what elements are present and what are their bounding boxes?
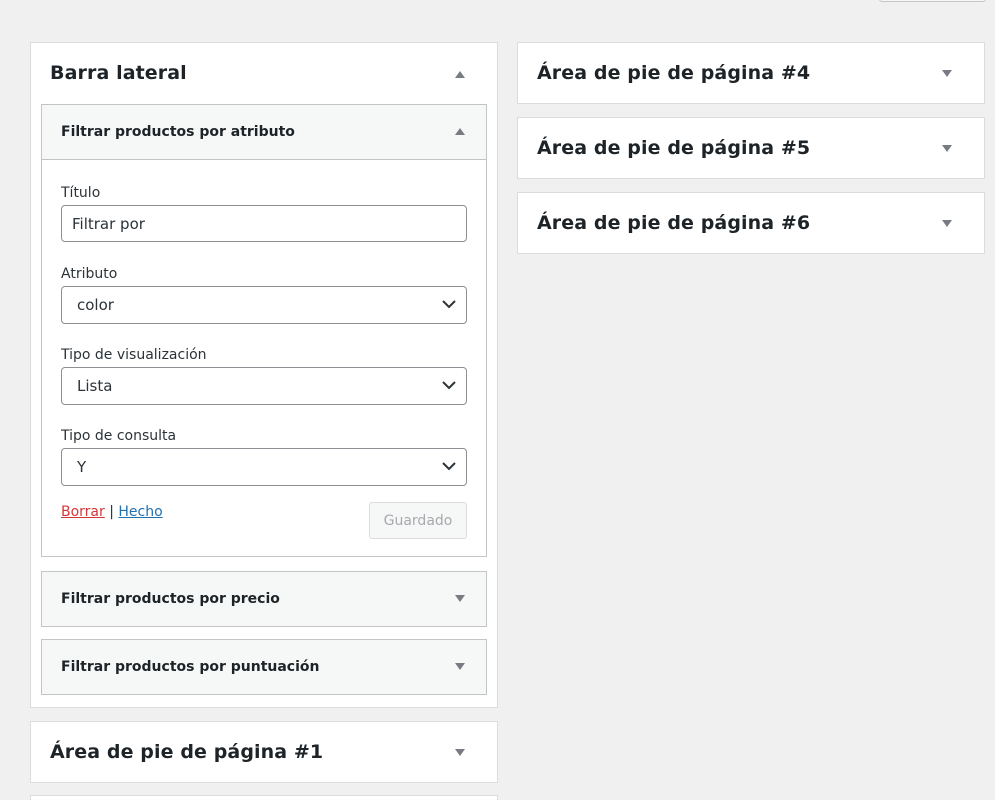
- widget-area-title: Área de pie de página #6: [537, 212, 811, 234]
- widget-title: Filtrar productos por puntuación: [61, 659, 320, 675]
- widget-actions: Borrar | Hecho: [61, 504, 163, 520]
- expand-arrow-icon[interactable]: [455, 663, 465, 670]
- widget-area-header[interactable]: Área de pie de página #6: [518, 193, 984, 253]
- action-separator: |: [109, 504, 114, 520]
- widget-area-footer-5: Área de pie de página #5: [517, 117, 985, 179]
- widget-area-footer-6: Área de pie de página #6: [517, 192, 985, 254]
- chevron-down-icon: [442, 462, 456, 471]
- top-partial-button[interactable]: [879, 0, 986, 2]
- query-type-label: Tipo de consulta: [61, 428, 177, 444]
- title-input[interactable]: [61, 205, 467, 242]
- widget-form: Título Atributo color Tipo de visualizac…: [42, 159, 486, 556]
- expand-arrow-icon[interactable]: [942, 220, 952, 227]
- chevron-down-icon: [442, 300, 456, 309]
- widget-header[interactable]: Filtrar productos por precio: [42, 572, 486, 626]
- widget-filter-by-attribute: Filtrar productos por atributo Título At…: [41, 104, 487, 557]
- title-label: Título: [61, 185, 101, 201]
- delete-link[interactable]: Borrar: [61, 504, 105, 520]
- widget-area-sidebar: Barra lateral Filtrar productos por atri…: [30, 42, 498, 708]
- display-type-select[interactable]: Lista: [61, 367, 467, 405]
- widget-area-footer-4: Área de pie de página #4: [517, 42, 985, 104]
- query-type-select[interactable]: Y: [61, 448, 467, 486]
- saved-button[interactable]: Guardado: [369, 502, 467, 539]
- widget-header[interactable]: Filtrar productos por atributo: [42, 105, 486, 159]
- collapse-arrow-icon[interactable]: [455, 128, 465, 135]
- expand-arrow-icon[interactable]: [455, 749, 465, 756]
- widget-title: Filtrar productos por atributo: [61, 124, 295, 140]
- expand-arrow-icon[interactable]: [942, 145, 952, 152]
- display-type-label: Tipo de visualización: [61, 347, 207, 363]
- widget-area-title: Área de pie de página #4: [537, 62, 811, 84]
- done-link[interactable]: Hecho: [118, 504, 162, 520]
- widget-area-next: [30, 795, 498, 800]
- widget-area-title: Barra lateral: [50, 62, 187, 84]
- widget-header[interactable]: Filtrar productos por puntuación: [42, 640, 486, 694]
- query-type-select-value: Y: [77, 458, 87, 476]
- widget-title: Filtrar productos por precio: [61, 591, 280, 607]
- widget-area-header[interactable]: Área de pie de página #1: [31, 722, 497, 782]
- collapse-arrow-icon[interactable]: [455, 71, 465, 78]
- widget-filter-by-rating: Filtrar productos por puntuación: [41, 639, 487, 695]
- attribute-label: Atributo: [61, 266, 118, 282]
- attribute-select[interactable]: color: [61, 286, 467, 324]
- widget-area-footer-1: Área de pie de página #1: [30, 721, 498, 783]
- display-type-select-value: Lista: [77, 377, 113, 395]
- expand-arrow-icon[interactable]: [455, 595, 465, 602]
- widget-area-header[interactable]: Área de pie de página #4: [518, 43, 984, 103]
- attribute-select-value: color: [77, 296, 114, 314]
- widget-filter-by-price: Filtrar productos por precio: [41, 571, 487, 627]
- widget-area-title: Área de pie de página #5: [537, 137, 811, 159]
- widget-area-title: Área de pie de página #1: [50, 741, 324, 763]
- widget-area-sidebar-header[interactable]: Barra lateral: [31, 43, 497, 103]
- widget-area-header[interactable]: Área de pie de página #5: [518, 118, 984, 178]
- expand-arrow-icon[interactable]: [942, 70, 952, 77]
- chevron-down-icon: [442, 381, 456, 390]
